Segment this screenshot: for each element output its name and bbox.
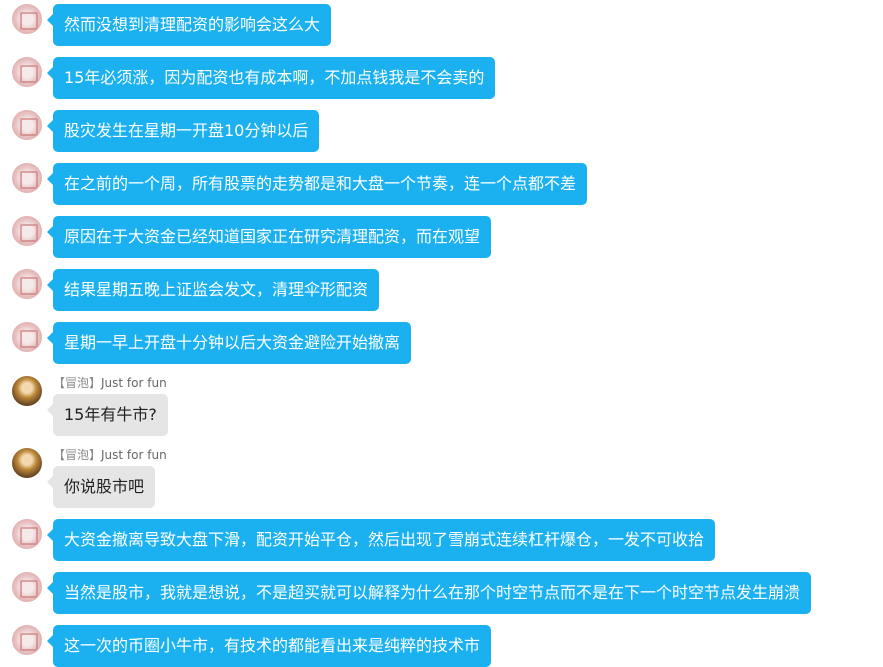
- message-bubble[interactable]: 星期一早上开盘十分钟以后大资金避险开始撤离: [46, 322, 412, 364]
- avatar[interactable]: [12, 572, 42, 602]
- sender-badge: 【冒泡】: [53, 376, 102, 390]
- message-bubble[interactable]: 股灾发生在星期一开盘10分钟以后: [46, 110, 320, 152]
- sender-nickname[interactable]: Just for fun: [101, 376, 167, 390]
- message-bubble[interactable]: 结果星期五晚上证监会发文，清理伞形配资: [46, 269, 380, 311]
- avatar[interactable]: [12, 110, 42, 140]
- sender-name: 【冒泡】Just for fun: [53, 374, 167, 391]
- avatar[interactable]: [12, 163, 42, 193]
- avatar[interactable]: [12, 625, 42, 655]
- avatar[interactable]: [12, 322, 42, 352]
- avatar[interactable]: [12, 4, 42, 34]
- message-bubble[interactable]: 你说股市吧: [46, 466, 156, 508]
- message-bubble[interactable]: 当然是股市，我就是想说，不是超买就可以解释为什么在那个时空节点而不是在下一个时空…: [46, 572, 812, 614]
- message-bubble[interactable]: 然而没想到清理配资的影响会这么大: [46, 4, 332, 46]
- avatar[interactable]: [12, 216, 42, 246]
- avatar[interactable]: [12, 269, 42, 299]
- message-bubble[interactable]: 原因在于大资金已经知道国家正在研究清理配资，而在观望: [46, 216, 492, 258]
- avatar[interactable]: [12, 57, 42, 87]
- message-bubble[interactable]: 在之前的一个周，所有股票的走势都是和大盘一个节奏，连一个点都不差: [46, 163, 588, 205]
- sender-nickname[interactable]: Just for fun: [101, 448, 167, 462]
- sender-name: 【冒泡】Just for fun: [53, 446, 167, 463]
- message-bubble[interactable]: 15年有牛市?: [47, 394, 168, 436]
- avatar[interactable]: [12, 376, 42, 406]
- message-bubble[interactable]: 15年必须涨，因为配资也有成本啊，不加点钱我是不会卖的: [46, 57, 496, 99]
- message-bubble[interactable]: 这一次的币圈小牛市，有技术的都能看出来是纯粹的技术市: [46, 625, 492, 667]
- message-bubble[interactable]: 大资金撤离导致大盘下滑，配资开始平仓，然后出现了雪崩式连续杠杆爆仓，一发不可收拾: [46, 519, 716, 561]
- avatar[interactable]: [12, 519, 42, 549]
- sender-badge: 【冒泡】: [53, 448, 102, 462]
- avatar[interactable]: [12, 448, 42, 478]
